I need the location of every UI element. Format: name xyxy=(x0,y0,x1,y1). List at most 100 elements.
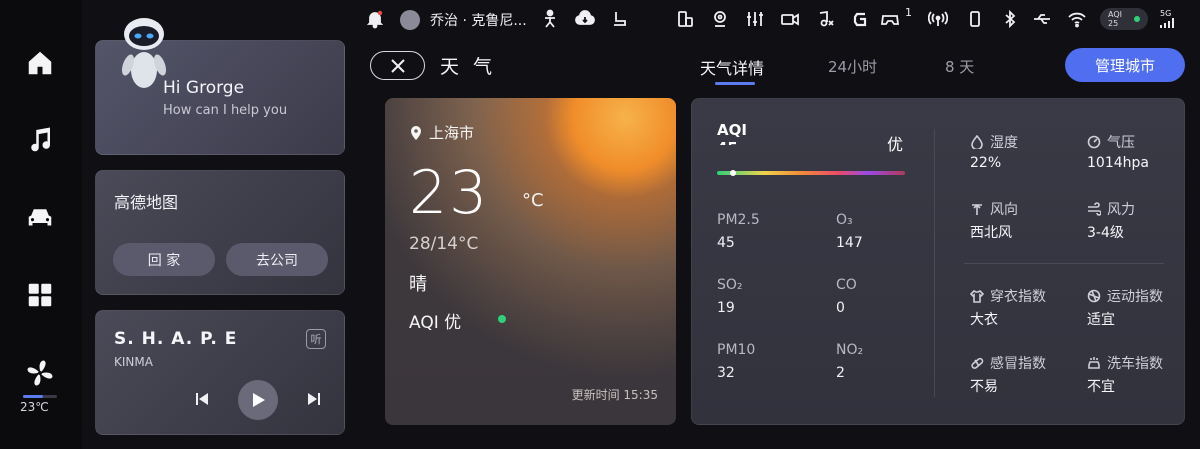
aqi-status-label: AQI xyxy=(1108,10,1122,19)
wind-icon xyxy=(1088,202,1101,216)
go-office-button[interactable]: 去公司 xyxy=(226,243,328,276)
humidity-value: 22% xyxy=(970,155,1002,171)
city-location[interactable]: 上海市 xyxy=(409,122,474,143)
dashcam-icon[interactable] xyxy=(780,9,800,29)
usb-icon[interactable] xyxy=(1032,9,1052,29)
fan-icon[interactable] xyxy=(22,355,58,391)
previous-track-button[interactable] xyxy=(192,389,212,409)
clothes-icon xyxy=(970,290,984,303)
child-icon[interactable] xyxy=(540,9,560,29)
camera-icon[interactable] xyxy=(710,9,730,29)
car-icon[interactable] xyxy=(22,200,58,236)
map-title: 高德地图 xyxy=(114,193,179,212)
pollutant-value: 147 xyxy=(836,235,863,251)
clothing-index-label: 穿衣指数 xyxy=(970,286,1046,306)
active-tab-indicator xyxy=(715,82,755,85)
previous-icon xyxy=(196,393,208,405)
status-bar: 乔治 · 克鲁尼... 1 AQI 25 5G xyxy=(360,0,1200,38)
car-wash-icon xyxy=(1088,357,1100,369)
play-button[interactable] xyxy=(238,380,278,420)
pill-icon xyxy=(971,357,984,369)
weather-details-card: AQI 45 优 PM2.5 45 O₃ 147 SO₂ 19 CO 0 PM1… xyxy=(691,98,1185,425)
pollutant-value: 32 xyxy=(717,365,735,381)
close-button[interactable] xyxy=(370,51,425,80)
song-artist: KINMA xyxy=(114,355,153,369)
seat-icon[interactable] xyxy=(610,9,630,29)
pollutant-label: SO₂ xyxy=(717,277,743,293)
sport-index-value: 适宜 xyxy=(1087,312,1115,328)
aqi-big-value: AQI 45 xyxy=(717,121,747,145)
manage-cities-button[interactable]: 管理城市 xyxy=(1065,48,1185,82)
location-pin-icon xyxy=(411,125,421,140)
tab-weather-detail[interactable]: 天气详情 xyxy=(700,55,764,79)
nav-temperature: 23℃ xyxy=(20,400,49,414)
weather-aqi: AQI 优 xyxy=(409,313,462,333)
cold-index-label: 感冒指数 xyxy=(970,353,1046,373)
wind-force-value: 3-4级 xyxy=(1087,225,1124,241)
music-icon[interactable] xyxy=(22,122,58,158)
user-name[interactable]: 乔治 · 克鲁尼... xyxy=(430,10,527,30)
horizontal-divider xyxy=(964,263,1164,264)
cloud-download-icon[interactable] xyxy=(575,9,595,29)
aqi-status-value: 25 xyxy=(1108,19,1119,28)
song-title: S. H. A. P. E xyxy=(114,329,238,349)
pollutant-label: PM2.5 xyxy=(717,212,760,228)
wind-force-label: 风力 xyxy=(1087,199,1135,219)
aqi-status-badge[interactable]: AQI 25 xyxy=(1100,8,1148,30)
gamepad-icon[interactable] xyxy=(880,9,900,29)
bluetooth-icon[interactable] xyxy=(1000,9,1020,29)
ball-icon xyxy=(1087,289,1101,303)
aqi-scale-bar xyxy=(717,171,905,175)
current-temperature: 23 xyxy=(409,158,490,228)
cold-index-value: 不易 xyxy=(970,379,998,395)
pollutant-label: NO₂ xyxy=(836,342,864,358)
music-off-icon[interactable] xyxy=(815,9,835,29)
pollutant-value: 2 xyxy=(836,365,845,381)
assistant-subtitle: How can I help you xyxy=(163,103,288,118)
hotspot-icon[interactable] xyxy=(927,9,949,29)
phone-icon[interactable] xyxy=(965,9,985,29)
phone-mirror-icon[interactable] xyxy=(675,9,695,29)
g-icon[interactable] xyxy=(850,9,870,29)
wifi-icon[interactable] xyxy=(1067,9,1087,29)
music-card[interactable]: S. H. A. P. E KINMA 听 xyxy=(95,310,345,435)
gauge-icon xyxy=(1087,135,1101,149)
robot-assistant-icon[interactable] xyxy=(108,10,178,90)
user-avatar[interactable] xyxy=(400,10,420,30)
temperature-range: 28/14°C xyxy=(409,234,479,254)
signal-icon xyxy=(1160,18,1174,28)
tab-8-days[interactable]: 8 天 xyxy=(945,56,974,77)
pollutant-value: 19 xyxy=(717,300,735,316)
wind-direction-icon xyxy=(972,203,982,215)
temperature-unit: °C xyxy=(522,190,544,211)
apps-grid-icon[interactable] xyxy=(22,277,58,313)
close-icon xyxy=(390,58,405,73)
car-wash-index-value: 不宜 xyxy=(1087,379,1115,395)
bell-icon[interactable] xyxy=(365,9,385,29)
weather-condition: 晴 xyxy=(409,274,427,295)
network-5g: 5G xyxy=(1160,9,1174,30)
pollutant-value: 0 xyxy=(836,300,845,316)
listen-badge-icon: 听 xyxy=(306,329,326,349)
equalizer-icon[interactable] xyxy=(745,9,765,29)
aqi-good-dot xyxy=(498,315,506,323)
droplet-icon xyxy=(971,135,983,149)
go-home-button[interactable]: 回 家 xyxy=(113,243,215,276)
next-icon xyxy=(308,393,320,405)
aqi-level: 优 xyxy=(887,135,904,154)
pollutant-label: PM10 xyxy=(717,342,756,358)
map-card[interactable]: 高德地图 回 家 去公司 xyxy=(95,170,345,295)
pollutant-label: O₃ xyxy=(836,212,853,228)
humidity-label: 湿度 xyxy=(970,132,1018,152)
wind-direction-value: 西北风 xyxy=(970,225,1012,241)
pollutant-value: 45 xyxy=(717,235,735,251)
tab-24-hours[interactable]: 24小时 xyxy=(828,56,877,77)
clothing-index-value: 大衣 xyxy=(970,312,998,328)
next-track-button[interactable] xyxy=(304,389,324,409)
temperature-level-bar[interactable] xyxy=(23,395,57,398)
home-icon[interactable] xyxy=(22,45,58,81)
controller-badge: 1 xyxy=(905,6,912,19)
vertical-divider xyxy=(934,129,935,397)
sport-index-label: 运动指数 xyxy=(1087,286,1163,306)
play-icon xyxy=(253,393,265,407)
